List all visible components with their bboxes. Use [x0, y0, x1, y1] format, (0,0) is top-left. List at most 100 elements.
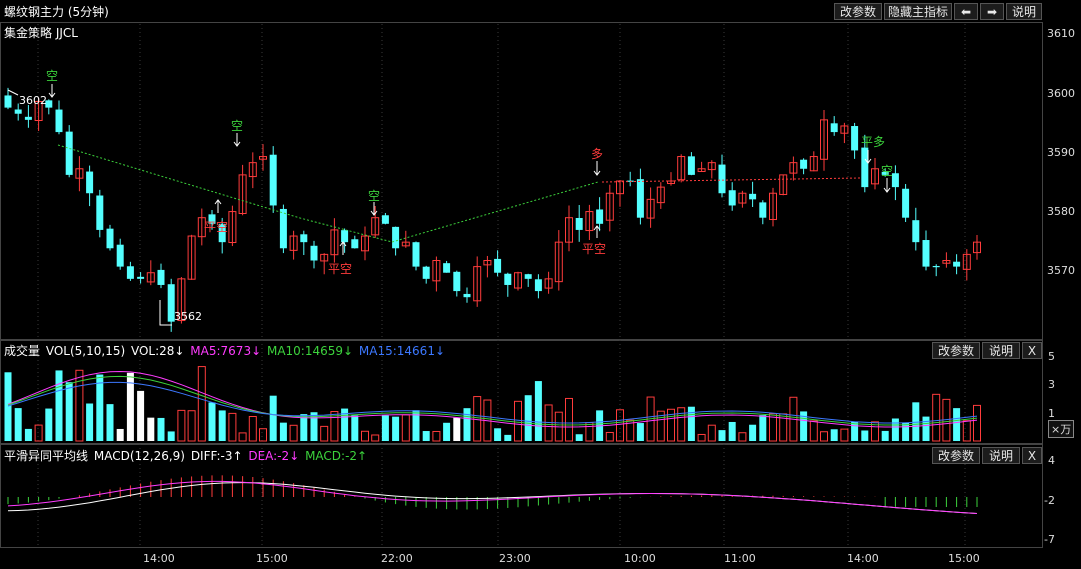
candle-body [922, 240, 930, 267]
candle-body [728, 190, 736, 206]
volume-bar [381, 415, 389, 441]
candle-body [575, 217, 583, 230]
volume-bar [749, 424, 757, 441]
volume-bar [177, 409, 186, 442]
volume-bar [697, 433, 706, 442]
volume-bar [809, 420, 818, 442]
macd-diff-line [7, 482, 978, 514]
volume-bar [24, 428, 32, 441]
volume-bar [932, 393, 941, 442]
signal-ping-duo: 平多 [861, 135, 886, 149]
candle-body [351, 239, 359, 249]
volume-bar [820, 431, 828, 442]
volume-bar [157, 417, 165, 441]
candle-body [718, 164, 726, 194]
candle-body [279, 208, 287, 249]
candle-body [96, 195, 104, 230]
candle-body [300, 234, 308, 243]
signal-kong: 空 [368, 189, 381, 203]
candle-body [341, 230, 349, 243]
volume-bar [228, 412, 237, 442]
candle-body [953, 261, 961, 267]
volume-bar [636, 423, 644, 441]
signal-ping-kong: 平空 [204, 220, 229, 234]
volume-bar [238, 432, 247, 442]
volume-bar [524, 395, 532, 441]
volume-bar [443, 422, 451, 441]
volume-bar [728, 421, 736, 441]
volume-bar [902, 422, 910, 441]
volume-bar [922, 416, 930, 441]
signal-ping-kong: 平空 [328, 262, 353, 276]
candle-body [687, 156, 695, 175]
high-price-label: 3602 [19, 94, 47, 107]
volume-bar [392, 416, 400, 441]
signal-ping-kong: 平空 [582, 242, 607, 256]
volume-bar [248, 415, 257, 442]
volume-bar [463, 408, 471, 441]
volume-bar [279, 422, 287, 441]
volume-bar [371, 434, 380, 442]
candle-body [504, 273, 512, 285]
volume-bar [65, 382, 73, 441]
volume-bar [401, 414, 410, 442]
candle-body [443, 263, 451, 273]
candle-body [24, 116, 32, 120]
volume-bar [289, 424, 298, 442]
candle-body [14, 109, 22, 114]
volume-bar [4, 372, 12, 441]
candle-body [902, 188, 910, 218]
candle-body [412, 242, 420, 267]
volume-bar [973, 404, 981, 442]
candle-body [55, 109, 63, 133]
volume-bar [962, 420, 971, 442]
volume-bar [422, 431, 430, 441]
volume-bar [759, 415, 767, 441]
candle-body [137, 276, 145, 279]
candle-body [596, 209, 604, 224]
candle-body [381, 215, 389, 224]
signal-kong: 空 [881, 164, 894, 178]
high-pointer [7, 89, 19, 96]
volume-bar [14, 408, 22, 441]
volume-bar [137, 390, 145, 441]
volume-bar [830, 429, 838, 441]
volume-bar [881, 430, 889, 441]
candle-body [65, 131, 73, 175]
volume-bar [432, 430, 441, 442]
volume-bar [851, 421, 859, 441]
volume-bar [514, 400, 522, 442]
volume-bar [361, 430, 369, 442]
volume-bar [147, 417, 155, 441]
volume-bar [565, 397, 573, 442]
candle-body [4, 95, 12, 108]
candle-body [86, 171, 94, 194]
chart-canvas [4, 24, 981, 548]
volume-bar [707, 424, 716, 442]
volume-bar [718, 430, 726, 441]
volume-bar [320, 425, 329, 442]
volume-bar [494, 428, 502, 441]
volume-bar [218, 410, 226, 441]
candle-body [392, 226, 400, 249]
volume-bar [453, 417, 461, 441]
candle-body [912, 220, 920, 243]
candle-body [463, 293, 471, 298]
candle-body [830, 123, 838, 133]
volume-bar [106, 404, 114, 441]
volume-ma15-line [7, 381, 978, 424]
candle-body [310, 245, 318, 261]
volume-bar [55, 370, 63, 441]
trend-line [57, 144, 599, 243]
candle-body [851, 126, 859, 151]
volume-bar [585, 422, 594, 442]
candle-body [800, 159, 808, 169]
candle-body [636, 179, 644, 218]
candle-body [126, 266, 134, 279]
volume-bar [34, 424, 43, 442]
candle-body [749, 193, 757, 200]
candle-body [494, 258, 502, 273]
candle-body [116, 244, 124, 267]
volume-bar [504, 434, 512, 441]
volume-bar [259, 428, 267, 442]
